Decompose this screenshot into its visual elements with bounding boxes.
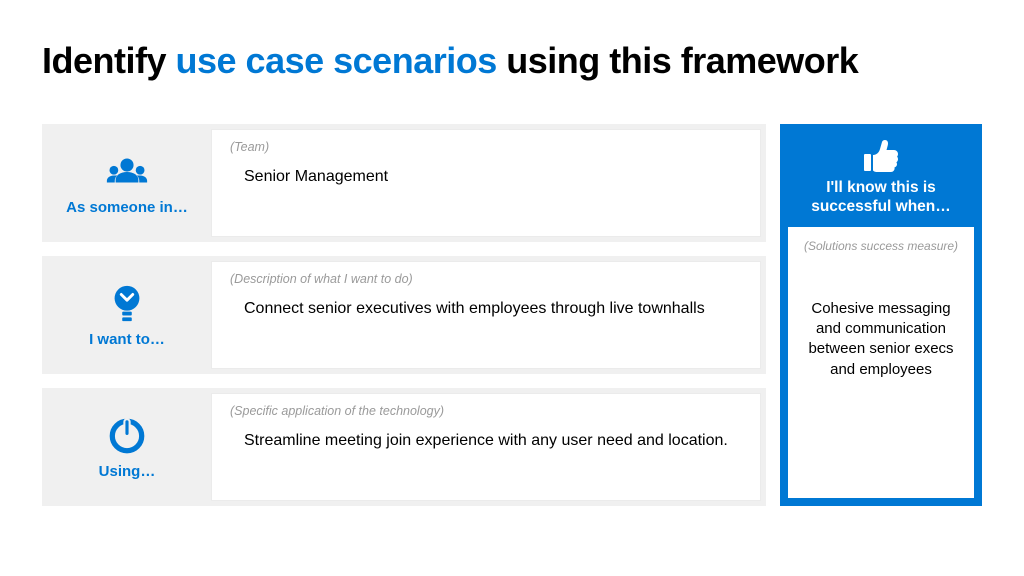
slide-title: Identify use case scenarios using this f…: [42, 40, 982, 82]
value-cell-persona: (Team) Senior Management: [212, 130, 760, 236]
power-icon: [106, 415, 148, 457]
value-want: Connect senior executives with employees…: [244, 300, 742, 318]
label-using: Using…: [99, 463, 156, 480]
framework-rows: As someone in… (Team) Senior Management: [42, 124, 766, 506]
label-cell-using: Using…: [42, 388, 212, 506]
slide: Identify use case scenarios using this f…: [0, 0, 1024, 576]
success-title: I'll know this is successful when…: [788, 178, 974, 217]
hint-persona: (Team): [230, 140, 742, 154]
row-want: I want to… (Description of what I want t…: [42, 256, 766, 374]
title-accent: use case scenarios: [176, 40, 497, 81]
value-using: Streamline meeting join experience with …: [244, 432, 742, 450]
success-box: (Solutions success measure) Cohesive mes…: [788, 227, 974, 498]
row-using: Using… (Specific application of the tech…: [42, 388, 766, 506]
thumbs-up-icon: [861, 138, 901, 174]
success-hint: (Solutions success measure): [798, 239, 964, 253]
success-panel: I'll know this is successful when… (Solu…: [780, 124, 982, 506]
value-cell-want: (Description of what I want to do) Conne…: [212, 262, 760, 368]
lightbulb-icon: [106, 283, 148, 325]
label-want: I want to…: [89, 331, 165, 348]
label-cell-persona: As someone in…: [42, 124, 212, 242]
label-cell-want: I want to…: [42, 256, 212, 374]
content-grid: As someone in… (Team) Senior Management: [42, 124, 982, 506]
value-cell-using: (Specific application of the technology)…: [212, 394, 760, 500]
people-icon: [106, 151, 148, 193]
hint-want: (Description of what I want to do): [230, 272, 742, 286]
value-persona: Senior Management: [244, 168, 742, 186]
row-persona: As someone in… (Team) Senior Management: [42, 124, 766, 242]
label-persona: As someone in…: [66, 199, 188, 216]
title-part2: using this framework: [497, 40, 859, 81]
title-part1: Identify: [42, 40, 176, 81]
success-value: Cohesive messaging and communication bet…: [798, 299, 964, 380]
hint-using: (Specific application of the technology): [230, 404, 742, 418]
